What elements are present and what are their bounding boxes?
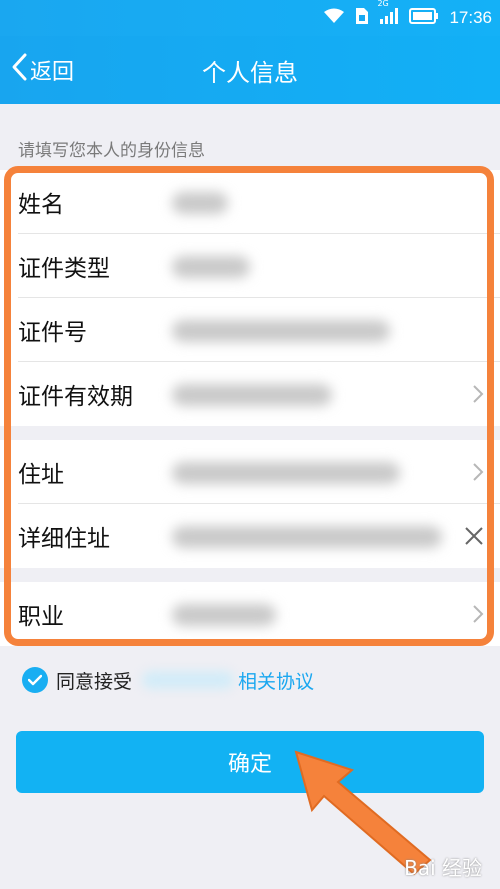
network-type: 2G bbox=[377, 0, 389, 8]
name-label: 姓名 bbox=[18, 192, 64, 218]
detail-address-value-blurred bbox=[172, 526, 442, 548]
agreement-row: 同意接受 相关协议 bbox=[22, 665, 314, 695]
id-number-row[interactable]: 证件号 bbox=[0, 298, 500, 362]
signal-icon: 2G bbox=[377, 0, 399, 28]
detail-address-row[interactable]: 详细住址 bbox=[0, 504, 500, 568]
status-bar: 2G 17:36 bbox=[0, 0, 500, 36]
occupation-group: 职业 bbox=[0, 582, 500, 646]
wifi-icon bbox=[323, 8, 345, 28]
status-icons: 2G 17:36 bbox=[323, 0, 492, 36]
chevron-right-icon bbox=[472, 384, 484, 408]
name-row[interactable]: 姓名 bbox=[0, 170, 500, 234]
address-value-blurred bbox=[172, 462, 400, 484]
name-value-blurred bbox=[172, 192, 228, 214]
form-hint: 请填写您本人的身份信息 bbox=[18, 141, 205, 161]
nav-bar: 返回 个人信息 bbox=[0, 36, 500, 104]
id-type-label: 证件类型 bbox=[18, 256, 110, 282]
address-row[interactable]: 住址 bbox=[0, 440, 500, 504]
id-number-value-blurred bbox=[172, 320, 390, 342]
battery-icon bbox=[409, 8, 439, 28]
agree-checkbox[interactable] bbox=[22, 667, 48, 693]
chevron-right-icon bbox=[472, 462, 484, 486]
address-group: 住址 详细住址 bbox=[0, 440, 500, 568]
clock: 17:36 bbox=[449, 8, 492, 27]
id-validity-value-blurred bbox=[172, 384, 332, 406]
id-validity-row[interactable]: 证件有效期 bbox=[0, 362, 500, 426]
detail-address-label: 详细住址 bbox=[18, 526, 110, 552]
clear-icon[interactable] bbox=[464, 526, 484, 550]
page-title: 个人信息 bbox=[202, 58, 298, 87]
chevron-right-icon bbox=[472, 604, 484, 628]
identity-group: 姓名 证件类型 证件号 证件有效期 bbox=[0, 170, 500, 426]
address-label: 住址 bbox=[18, 462, 64, 488]
id-type-value-blurred bbox=[172, 256, 250, 278]
sim-icon bbox=[355, 7, 369, 29]
agreement-name-blurred bbox=[142, 671, 235, 689]
agreement-link[interactable]: 相关协议 bbox=[238, 667, 314, 694]
personal-info-form: 姓名 证件类型 证件号 证件有效期 住址 详细住址 职业 bbox=[0, 170, 500, 646]
occupation-label: 职业 bbox=[18, 604, 64, 630]
id-validity-label: 证件有效期 bbox=[18, 384, 133, 410]
id-type-row[interactable]: 证件类型 bbox=[0, 234, 500, 298]
occupation-row[interactable]: 职业 bbox=[0, 582, 500, 646]
occupation-value-blurred bbox=[172, 604, 276, 626]
baidu-watermark: Bai 经验 bbox=[404, 856, 482, 880]
id-number-label: 证件号 bbox=[18, 320, 87, 346]
agreement-text: 同意接受 bbox=[56, 670, 133, 693]
